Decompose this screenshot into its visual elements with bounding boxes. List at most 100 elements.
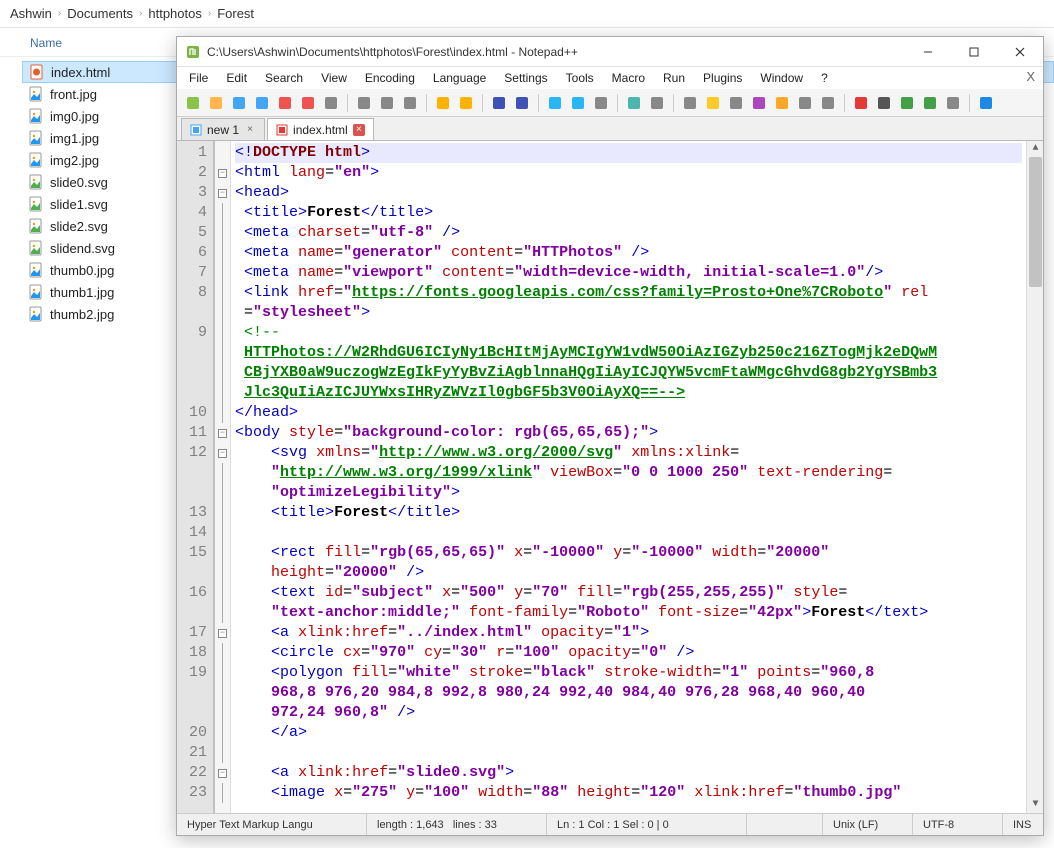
code-line[interactable]: <meta charset="utf-8" />	[235, 223, 1022, 243]
menu-tools[interactable]: Tools	[558, 69, 602, 87]
code-line[interactable]: <meta name="viewport" content="width=dev…	[235, 263, 1022, 283]
code-line[interactable]: Jlc3QuIiAzICJUYWxsIHRyZWVzIl0gbGF5b3V0Oi…	[235, 383, 1022, 403]
tab-close-icon[interactable]: ×	[244, 124, 256, 136]
code-line[interactable]: <rect fill="rgb(65,65,65)" x="-10000" y=…	[235, 543, 1022, 563]
code-line[interactable]: <text id="subject" x="500" y="70" fill="…	[235, 583, 1022, 603]
menu-macro[interactable]: Macro	[604, 69, 653, 87]
toolbar-replace-icon[interactable]	[512, 93, 532, 113]
menu-encoding[interactable]: Encoding	[357, 69, 423, 87]
toolbar-paste-icon[interactable]	[400, 93, 420, 113]
titlebar[interactable]: C:\Users\Ashwin\Documents\httphotos\Fore…	[177, 37, 1043, 67]
tab-index-html[interactable]: index.html×	[267, 118, 374, 140]
toolbar-redo-icon[interactable]	[456, 93, 476, 113]
toolbar-print-icon[interactable]	[321, 93, 341, 113]
breadcrumb[interactable]: Ashwin› Documents› httphotos› Forest	[0, 0, 1054, 28]
code-line[interactable]: <polygon fill="white" stroke="black" str…	[235, 663, 1022, 683]
code-line[interactable]: height="20000" />	[235, 563, 1022, 583]
menu-search[interactable]: Search	[257, 69, 311, 87]
menu-edit[interactable]: Edit	[218, 69, 255, 87]
tab-close-icon[interactable]: ×	[353, 124, 365, 136]
code-line[interactable]: <a xlink:href="../index.html" opacity="1…	[235, 623, 1022, 643]
status-insert-mode[interactable]: INS	[1003, 814, 1043, 835]
toolbar-find-icon[interactable]	[489, 93, 509, 113]
menu-plugins[interactable]: Plugins	[695, 69, 750, 87]
toolbar-guides-icon[interactable]	[647, 93, 667, 113]
code-line[interactable]: <meta name="generator" content="HTTPhoto…	[235, 243, 1022, 263]
toolbar-spellcheck-icon[interactable]	[976, 93, 996, 113]
code-line[interactable]: CBjYXB0aW9uczogWzEgIkFyYyBvZiAgblnnaHQgI…	[235, 363, 1022, 383]
toolbar-play-multi-icon[interactable]	[920, 93, 940, 113]
toolbar-func-icon[interactable]	[749, 93, 769, 113]
toolbar-zoom-in-icon[interactable]	[545, 93, 565, 113]
menubar-close-x[interactable]: X	[1026, 69, 1035, 84]
tab-new-1[interactable]: new 1×	[181, 118, 265, 140]
vertical-scrollbar[interactable]: ▲ ▼	[1026, 141, 1043, 813]
toolbar-wordwrap-icon[interactable]	[624, 93, 644, 113]
breadcrumb-seg[interactable]: Forest	[217, 6, 254, 21]
toolbar-open-icon[interactable]	[206, 93, 226, 113]
toolbar-undo-icon[interactable]	[433, 93, 453, 113]
menu-window[interactable]: Window	[752, 69, 811, 87]
code-line[interactable]: HTTPhotos://W2RhdGU6ICIyNy1BcHItMjAyMCIg…	[235, 343, 1022, 363]
code-line[interactable]: <link href="https://fonts.googleapis.com…	[235, 283, 1022, 303]
toolbar-monitor-icon[interactable]	[818, 93, 838, 113]
status-eol[interactable]: Unix (LF)	[823, 814, 913, 835]
toolbar-play-icon[interactable]	[897, 93, 917, 113]
code-area[interactable]: <!DOCTYPE html><html lang="en"><head> <t…	[231, 141, 1026, 813]
code-line[interactable]: 968,8 976,20 984,8 992,8 980,24 992,40 9…	[235, 683, 1022, 703]
fold-column[interactable]: −−−−−−	[215, 141, 231, 813]
code-line[interactable]: <svg xmlns="http://www.w3.org/2000/svg" …	[235, 443, 1022, 463]
code-line[interactable]: "text-anchor:middle;" font-family="Robot…	[235, 603, 1022, 623]
toolbar-zoom-out-icon[interactable]	[568, 93, 588, 113]
scrollbar-thumb[interactable]	[1029, 157, 1042, 287]
toolbar-folder-icon[interactable]	[772, 93, 792, 113]
menu-language[interactable]: Language	[425, 69, 494, 87]
code-line[interactable]: <html lang="en">	[235, 163, 1022, 183]
toolbar-save-all-icon[interactable]	[252, 93, 272, 113]
code-line[interactable]: <head>	[235, 183, 1022, 203]
toolbar-user-lang-icon[interactable]	[726, 93, 746, 113]
toolbar-close-icon[interactable]	[275, 93, 295, 113]
code-line[interactable]: <body style="background-color: rgb(65,65…	[235, 423, 1022, 443]
editor[interactable]: 1234567891011121314151617181920212223 −−…	[177, 141, 1043, 813]
code-line[interactable]: </a>	[235, 723, 1022, 743]
code-line[interactable]: <!--	[235, 323, 1022, 343]
toolbar-sync-icon[interactable]	[591, 93, 611, 113]
toolbar-save-macro-icon[interactable]	[943, 93, 963, 113]
menu-view[interactable]: View	[313, 69, 355, 87]
scroll-up-icon[interactable]: ▲	[1027, 141, 1043, 157]
code-line[interactable]: <image x="275" y="100" width="88" height…	[235, 783, 1022, 803]
code-line[interactable]: <title>Forest</title>	[235, 203, 1022, 223]
menu-run[interactable]: Run	[655, 69, 693, 87]
breadcrumb-seg[interactable]: Documents	[67, 6, 133, 21]
toolbar-doc-map-icon[interactable]	[795, 93, 815, 113]
code-line[interactable]	[235, 743, 1022, 763]
breadcrumb-seg[interactable]: httphotos	[148, 6, 202, 21]
maximize-button[interactable]	[951, 37, 997, 67]
code-line[interactable]: <a xlink:href="slide0.svg">	[235, 763, 1022, 783]
status-encoding[interactable]: UTF-8	[913, 814, 1003, 835]
minimize-button[interactable]	[905, 37, 951, 67]
code-line[interactable]: "optimizeLegibility">	[235, 483, 1022, 503]
toolbar-cut-icon[interactable]	[354, 93, 374, 113]
toolbar-stop-icon[interactable]	[874, 93, 894, 113]
toolbar-save-icon[interactable]	[229, 93, 249, 113]
toolbar-indent-icon[interactable]	[680, 93, 700, 113]
code-line[interactable]: ="stylesheet">	[235, 303, 1022, 323]
breadcrumb-seg[interactable]: Ashwin	[10, 6, 52, 21]
code-line[interactable]: "http://www.w3.org/1999/xlink" viewBox="…	[235, 463, 1022, 483]
menu-file[interactable]: File	[181, 69, 216, 87]
toolbar-new-file-icon[interactable]	[183, 93, 203, 113]
menu-help[interactable]: ?	[813, 69, 836, 87]
toolbar-close-all-icon[interactable]	[298, 93, 318, 113]
menu-settings[interactable]: Settings	[496, 69, 555, 87]
code-line[interactable]: </head>	[235, 403, 1022, 423]
toolbar-record-icon[interactable]	[851, 93, 871, 113]
code-line[interactable]: <circle cx="970" cy="30" r="100" opacity…	[235, 643, 1022, 663]
code-line[interactable]: <!DOCTYPE html>	[235, 143, 1022, 163]
code-line[interactable]: <title>Forest</title>	[235, 503, 1022, 523]
toolbar-copy-icon[interactable]	[377, 93, 397, 113]
close-button[interactable]	[997, 37, 1043, 67]
code-line[interactable]: 972,24 960,8" />	[235, 703, 1022, 723]
code-line[interactable]	[235, 523, 1022, 543]
